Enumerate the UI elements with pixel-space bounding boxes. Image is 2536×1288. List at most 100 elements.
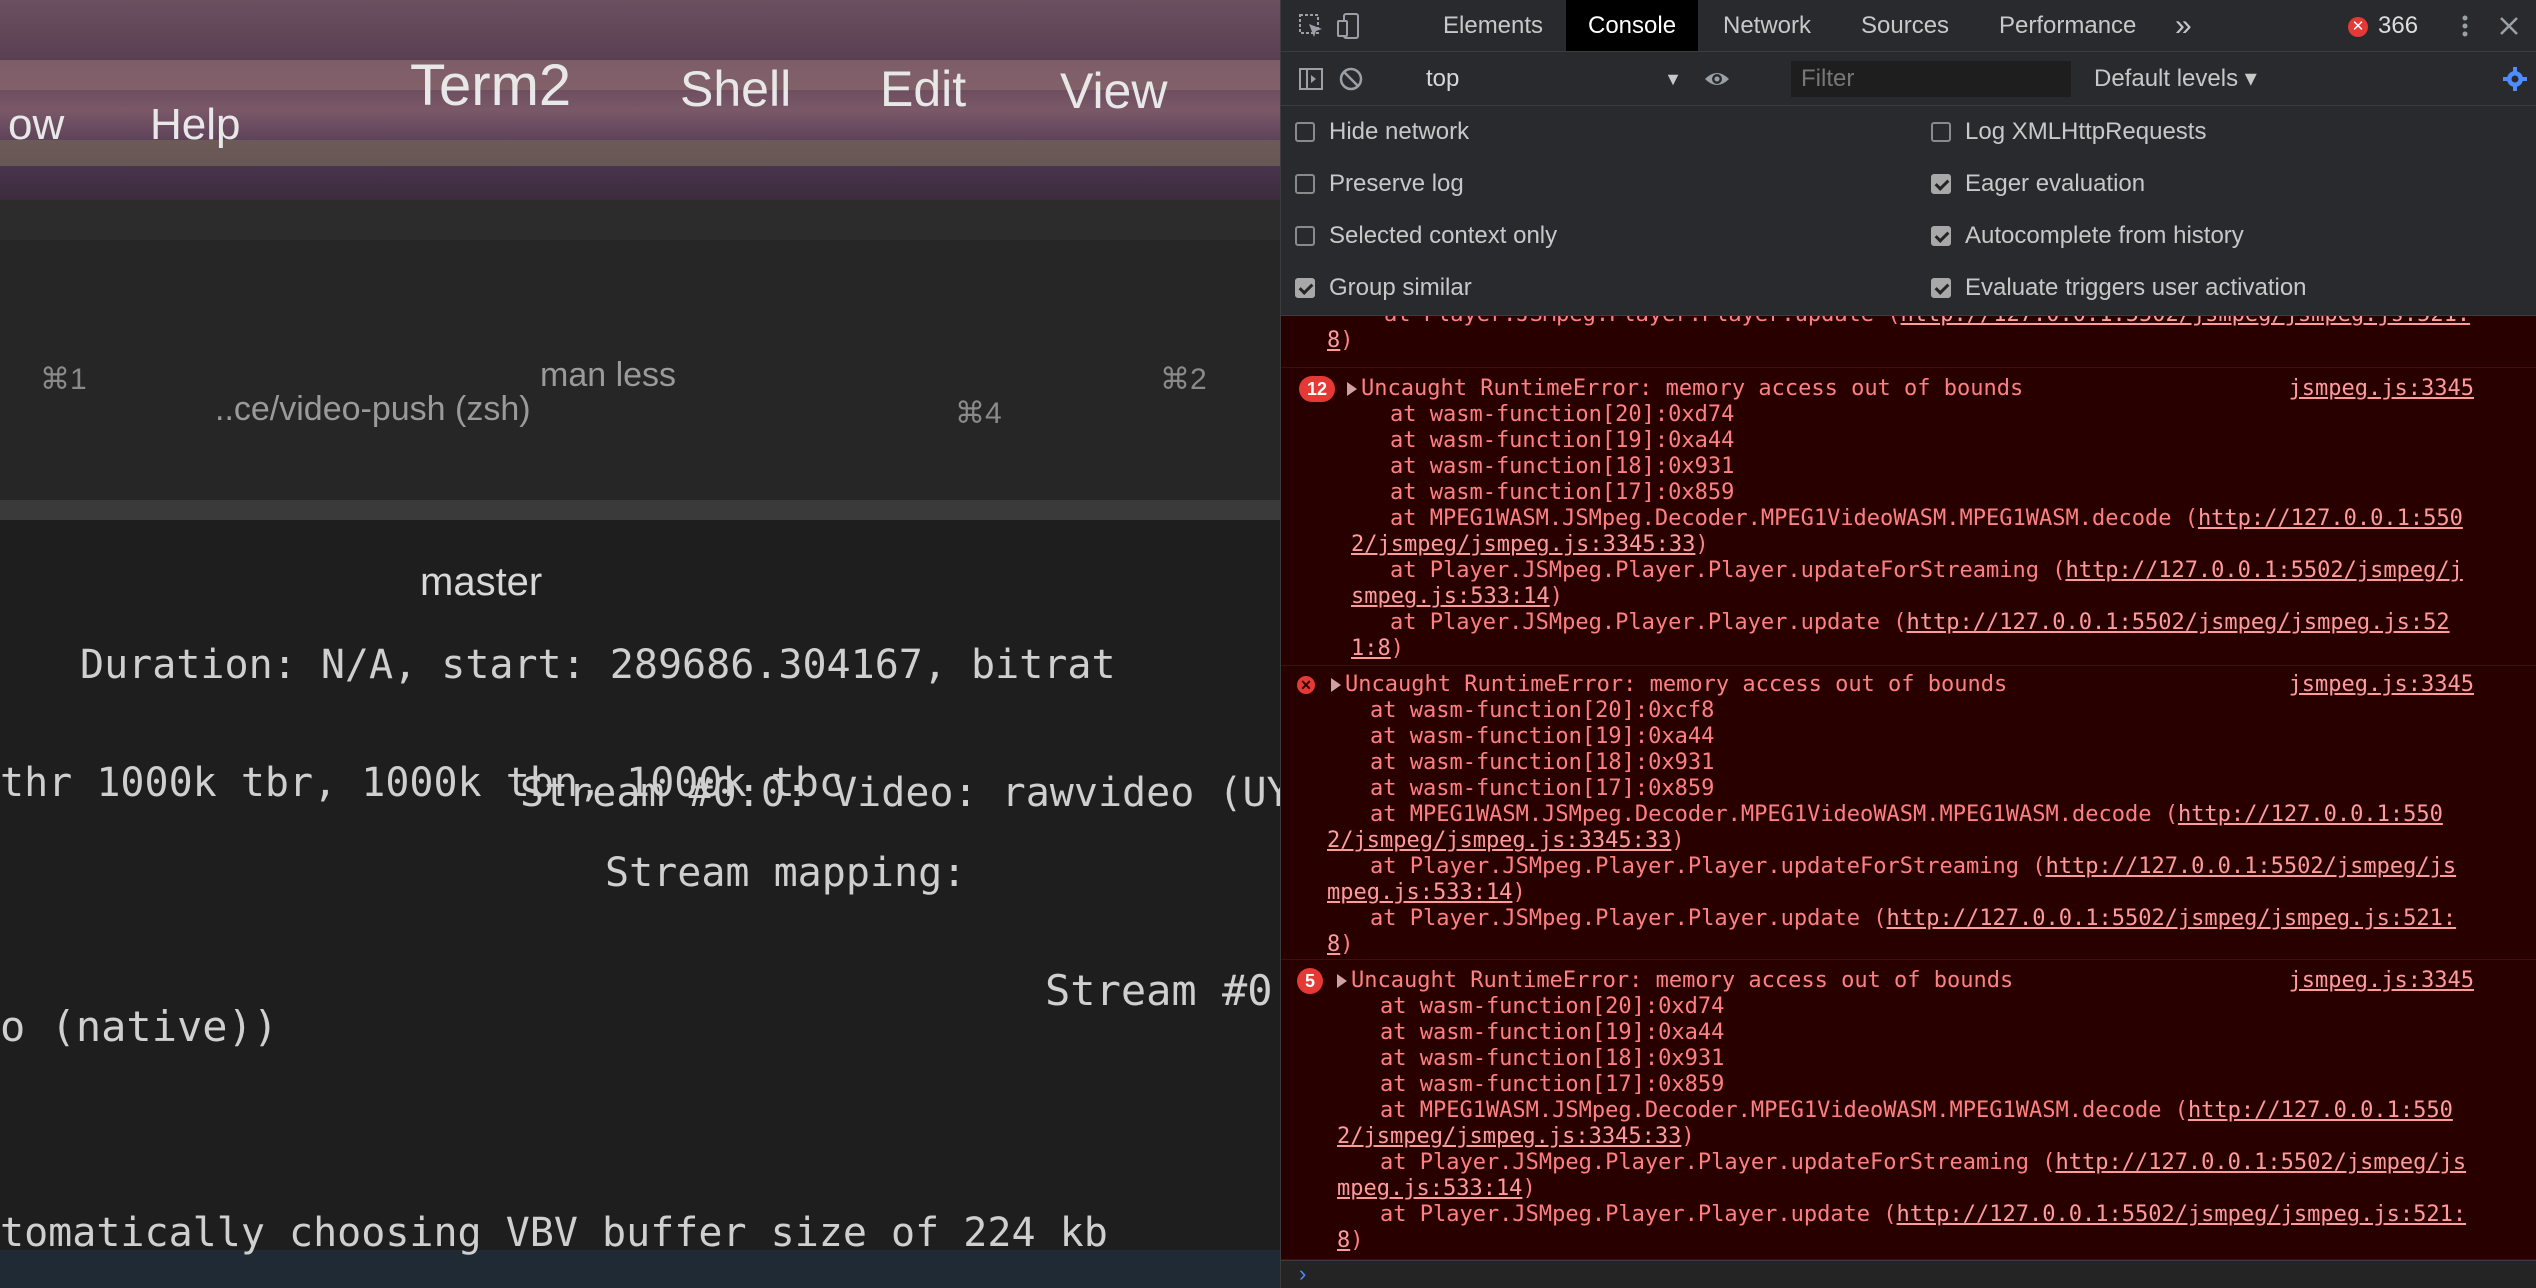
context-selector[interactable]: top ▼ bbox=[1426, 60, 1682, 98]
log-levels-dropdown[interactable]: Default levels ▾ bbox=[2094, 60, 2257, 98]
terminal-line: thr 1000k tbr, 1000k tbn, 1000k tbc bbox=[0, 760, 843, 806]
stack-line: at Player.JSMpeg.Player.Player.updateFor… bbox=[1337, 558, 2463, 583]
stack-line: at wasm-function[18]:0x931 bbox=[1327, 1046, 1725, 1071]
console-error-entry[interactable]: 12 Uncaught RuntimeError: memory access … bbox=[1281, 368, 2536, 666]
menubar-text: Term2 bbox=[410, 53, 572, 118]
tab-performance[interactable]: Performance bbox=[1977, 0, 2158, 51]
source-link[interactable]: http://127.0.0.1:5502/jsmpeg/jsmpeg.js:5… bbox=[1907, 610, 2450, 635]
terminal-line: Duration: N/A, start: 289686.304167, bit… bbox=[80, 642, 1116, 688]
source-link[interactable]: http://127.0.0.1:5502/jsmpeg/js bbox=[2045, 854, 2456, 879]
console-toolbar: top ▼ Default levels ▾ bbox=[1281, 52, 2536, 106]
inspect-element-icon[interactable] bbox=[1297, 12, 1325, 40]
stack-line: at wasm-function[20]:0xd74 bbox=[1337, 402, 1735, 427]
hide-network-option[interactable]: Hide network bbox=[1295, 116, 1469, 148]
filter-input[interactable] bbox=[1791, 61, 2071, 97]
console-error-entry[interactable]: ✕ Uncaught RuntimeError: memory access o… bbox=[1281, 666, 2536, 960]
tab-elements[interactable]: Elements bbox=[1421, 0, 1565, 51]
source-link[interactable]: http://127.0.0.1:5502/jsmpeg/j bbox=[2065, 558, 2462, 583]
stack-line: 8) bbox=[1327, 328, 1354, 353]
device-toolbar-icon[interactable] bbox=[1335, 12, 1363, 40]
tab-sources[interactable]: Sources bbox=[1839, 0, 1971, 51]
eager-evaluation-option[interactable]: Eager evaluation bbox=[1931, 168, 2145, 200]
checkbox[interactable] bbox=[1295, 226, 1315, 246]
stack-line: at wasm-function[17]:0x859 bbox=[1317, 776, 1715, 801]
expand-triangle-icon[interactable] bbox=[1347, 382, 1357, 396]
devtools-panel: Elements Console Network Sources Perform… bbox=[1280, 0, 2536, 1288]
devtools-tabbar: Elements Console Network Sources Perform… bbox=[1281, 0, 2536, 52]
selected-context-only-option[interactable]: Selected context only bbox=[1295, 220, 1557, 252]
checkbox[interactable] bbox=[1295, 122, 1315, 142]
preserve-log-option[interactable]: Preserve log bbox=[1295, 168, 1464, 200]
repeat-count-badge: 12 bbox=[1299, 376, 1336, 402]
context-label: top bbox=[1426, 65, 1460, 92]
source-link[interactable]: http://127.0.0.1:5502/jsmpeg/jsmpeg.js:5… bbox=[1897, 1202, 2467, 1227]
stack-line: at wasm-function[19]:0xa44 bbox=[1317, 724, 1715, 749]
more-tabs-button[interactable]: » bbox=[2153, 0, 2214, 51]
stack-line: 1:8) bbox=[1351, 636, 1404, 661]
stack-line: at wasm-function[19]:0xa44 bbox=[1327, 1020, 1725, 1045]
error-counter[interactable]: ✕ 366 bbox=[2348, 12, 2418, 40]
source-location-link[interactable]: jsmpeg.js:3345 bbox=[2289, 672, 2474, 698]
pane-text: ..ce/video-push (zsh) bbox=[215, 390, 531, 428]
source-link[interactable]: http://127.0.0.1:5502/jsmpeg/jsmpeg.js:5… bbox=[1901, 316, 2471, 327]
console-error-entry[interactable]: 5 Uncaught RuntimeError: memory access o… bbox=[1281, 960, 2536, 1260]
option-label: Hide network bbox=[1329, 118, 1470, 145]
source-link[interactable]: http://127.0.0.1:550 bbox=[2198, 506, 2463, 531]
close-icon[interactable] bbox=[2495, 12, 2523, 40]
tab-network[interactable]: Network bbox=[1701, 0, 1833, 51]
clear-console-icon[interactable] bbox=[1337, 65, 1365, 93]
checkbox[interactable] bbox=[1931, 278, 1951, 298]
source-link[interactable]: 8 bbox=[1327, 932, 1340, 957]
stack-line: at Player.JSMpeg.Player.Player.update (h… bbox=[1337, 610, 2450, 635]
console-messages[interactable]: at Player.JSMpeg.Player.Player.update (h… bbox=[1281, 316, 2536, 1260]
checkbox[interactable] bbox=[1295, 278, 1315, 298]
video-stream-frame: Term2 Shell Edit View ow Help man less .… bbox=[0, 0, 1280, 1288]
stack-line: at wasm-function[19]:0xa44 bbox=[1337, 428, 1735, 453]
stack-line: at wasm-function[17]:0x859 bbox=[1327, 1072, 1725, 1097]
stack-line: smpeg.js:533:14) bbox=[1351, 584, 1563, 609]
checkbox[interactable] bbox=[1931, 174, 1951, 194]
live-expression-eye-icon[interactable] bbox=[1703, 65, 1731, 93]
option-label: Log XMLHttpRequests bbox=[1965, 118, 2207, 145]
expand-triangle-icon[interactable] bbox=[1331, 678, 1341, 692]
menubar-text: ow bbox=[8, 100, 65, 149]
option-label: Autocomplete from history bbox=[1965, 222, 2244, 249]
terminal-line: Stream #0 bbox=[1045, 966, 1273, 1015]
autocomplete-from-history-option[interactable]: Autocomplete from history bbox=[1931, 220, 2244, 252]
source-link[interactable]: http://127.0.0.1:5502/jsmpeg/jsmpeg.js:5… bbox=[1887, 906, 2457, 931]
option-label: Evaluate triggers user activation bbox=[1965, 274, 2307, 301]
source-link[interactable]: mpeg.js:533:14 bbox=[1337, 1176, 1522, 1201]
source-location-link[interactable]: jsmpeg.js:3345 bbox=[2289, 376, 2474, 402]
expand-triangle-icon[interactable] bbox=[1337, 974, 1347, 988]
checkbox[interactable] bbox=[1931, 226, 1951, 246]
source-link[interactable]: 8 bbox=[1327, 328, 1340, 353]
stack-line: 8) bbox=[1327, 932, 1354, 957]
source-link[interactable]: smpeg.js:533:14 bbox=[1351, 584, 1550, 609]
evaluate-triggers-user-activation-option[interactable]: Evaluate triggers user activation bbox=[1931, 272, 2307, 304]
glitch-band bbox=[0, 200, 1280, 240]
option-label: Eager evaluation bbox=[1965, 170, 2146, 197]
settings-gear-icon[interactable] bbox=[2501, 65, 2529, 93]
source-link[interactable]: mpeg.js:533:14 bbox=[1327, 880, 1512, 905]
log-xmlhttprequests-option[interactable]: Log XMLHttpRequests bbox=[1931, 116, 2206, 148]
source-link[interactable]: http://127.0.0.1:550 bbox=[2178, 802, 2443, 827]
source-link[interactable]: 8 bbox=[1337, 1228, 1350, 1253]
tab-console[interactable]: Console bbox=[1566, 0, 1699, 51]
option-label: Group similar bbox=[1329, 274, 1472, 301]
source-link[interactable]: 2/jsmpeg/jsmpeg.js:3345:33 bbox=[1337, 1124, 1681, 1149]
source-link[interactable]: http://127.0.0.1:550 bbox=[2188, 1098, 2453, 1123]
checkbox[interactable] bbox=[1931, 122, 1951, 142]
stack-line: 2/jsmpeg/jsmpeg.js:3345:33) bbox=[1327, 828, 1685, 853]
group-similar-option[interactable]: Group similar bbox=[1295, 272, 1472, 304]
console-settings-pane: Hide network Preserve log Selected conte… bbox=[1281, 106, 2536, 316]
console-prompt[interactable]: › bbox=[1281, 1260, 2536, 1288]
source-link[interactable]: http://127.0.0.1:5502/jsmpeg/js bbox=[2055, 1150, 2466, 1175]
glitch-band bbox=[0, 520, 1280, 1288]
source-link[interactable]: 1:8 bbox=[1351, 636, 1391, 661]
checkbox[interactable] bbox=[1295, 174, 1315, 194]
kebab-menu-icon[interactable] bbox=[2451, 12, 2479, 40]
source-link[interactable]: 2/jsmpeg/jsmpeg.js:3345:33 bbox=[1351, 532, 1695, 557]
source-location-link[interactable]: jsmpeg.js:3345 bbox=[2289, 968, 2474, 994]
source-link[interactable]: 2/jsmpeg/jsmpeg.js:3345:33 bbox=[1327, 828, 1671, 853]
sidebar-toggle-icon[interactable] bbox=[1297, 65, 1325, 93]
